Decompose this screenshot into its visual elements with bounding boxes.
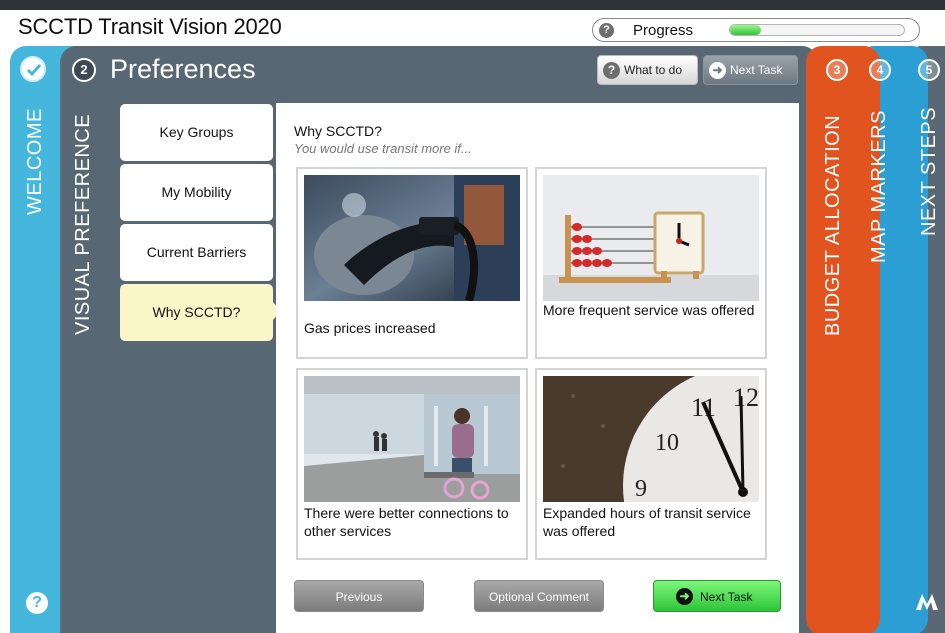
step-number: 2 <box>72 58 96 82</box>
progress-bar <box>729 24 905 36</box>
next-task-button[interactable]: ➜ Next Task <box>653 580 781 612</box>
tab-budget-step: 3 <box>826 59 848 81</box>
option-label-frequent-service: More frequent service was offered <box>543 302 755 318</box>
question-subtitle: You would use transit more if... <box>294 141 472 156</box>
svg-text:9: 9 <box>635 476 647 502</box>
next-task-label: Next Task <box>700 590 753 604</box>
tab-visual-preference-label: VISUAL PREFERENCE <box>72 113 94 335</box>
check-icon <box>20 56 46 82</box>
option-card-expanded-hours[interactable]: 10 11 12 9 Expanded hours of transit ser… <box>535 368 767 560</box>
svg-text:10: 10 <box>655 430 679 456</box>
app-window: SCCTD Transit Vision 2020 ? Progress WEL… <box>0 0 945 633</box>
tab-map-step: 4 <box>869 59 891 81</box>
clock-face-image: 10 11 12 9 <box>543 376 759 502</box>
progress-fill <box>730 25 762 35</box>
option-card-better-connections[interactable]: There were better connections to other s… <box>296 368 528 560</box>
option-label-gas-prices: Gas prices increased <box>304 320 436 336</box>
arrow-right-icon: ➜ <box>676 588 693 605</box>
transit-platform-image <box>304 376 520 502</box>
content-area: Why SCCTD? You would use transit more if… <box>276 103 799 633</box>
sidebar-item-why-scctd[interactable]: Why SCCTD? <box>120 284 273 341</box>
tab-budget-label: BUDGET ALLOCATION <box>822 114 844 336</box>
what-to-do-button[interactable]: ? What to do <box>597 55 698 85</box>
progress-label: Progress <box>633 22 694 39</box>
tab-next-label: NEXT STEPS <box>918 106 940 236</box>
option-card-gas-prices[interactable]: Gas prices increased <box>296 167 528 359</box>
previous-button[interactable]: Previous <box>294 580 424 612</box>
option-card-frequent-service[interactable]: More frequent service was offered <box>535 167 767 359</box>
optional-comment-button[interactable]: Optional Comment <box>474 580 604 612</box>
question-title: Why SCCTD? <box>294 123 382 139</box>
tab-map-label: MAP MARKERS <box>868 110 890 263</box>
sidebar-item-my-mobility[interactable]: My Mobility <box>120 164 273 221</box>
page-title: Preferences <box>110 54 256 84</box>
sidebar-item-key-groups[interactable]: Key Groups <box>120 104 273 161</box>
top-bar <box>0 0 945 10</box>
tab-next-step: 5 <box>918 59 940 81</box>
next-task-top-label: Next Task <box>730 63 783 77</box>
svg-text:12: 12 <box>733 383 759 412</box>
gas-pump-image <box>304 175 520 301</box>
app-title: SCCTD Transit Vision 2020 <box>18 14 282 39</box>
abacus-clock-image <box>543 175 759 301</box>
metroquest-logo-icon <box>916 594 938 610</box>
question-icon: ? <box>603 62 620 79</box>
sidebar-item-current-barriers[interactable]: Current Barriers <box>120 224 273 281</box>
next-task-top-button[interactable]: ➜ Next Task <box>703 55 798 85</box>
help-icon[interactable]: ? <box>599 23 614 38</box>
help-icon-bottom[interactable]: ? <box>26 592 48 614</box>
arrow-right-icon: ➜ <box>709 62 726 79</box>
option-label-better-connections: There were better connections to other s… <box>304 505 509 539</box>
tab-welcome-label: WELCOME <box>24 108 46 215</box>
option-label-expanded-hours: Expanded hours of transit service was of… <box>543 505 751 539</box>
what-to-do-label: What to do <box>624 63 683 77</box>
progress-widget: ? Progress <box>592 18 920 42</box>
